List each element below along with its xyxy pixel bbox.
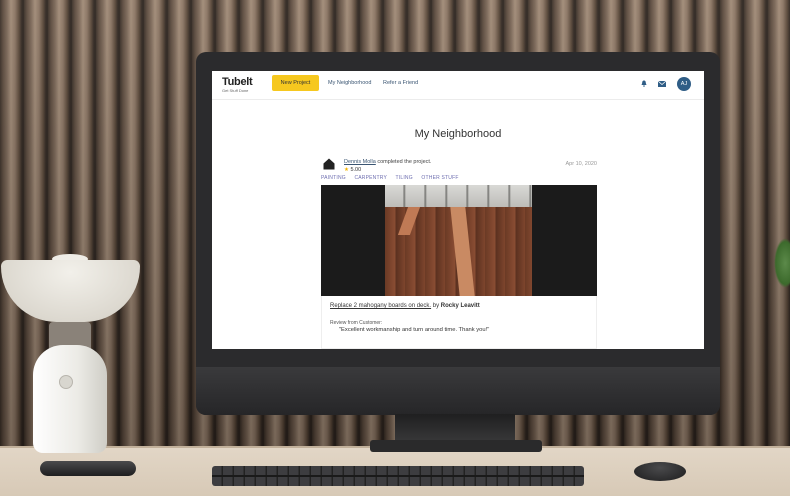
screen: Tubelt Get Stuff Done New Project My Nei… <box>212 71 704 349</box>
activity-card: Dennis Molla completed the project. ★ 5.… <box>321 157 597 349</box>
app-header: Tubelt Get Stuff Done New Project My Nei… <box>212 71 704 100</box>
new-project-button[interactable]: New Project <box>272 75 319 91</box>
phone <box>40 461 136 476</box>
job-line: Replace 2 mahogany boards on deck. by Ro… <box>330 303 480 309</box>
new-board <box>397 207 421 235</box>
tag-list: PAINTING CARPENTRY TILING OTHER STUFF <box>321 175 466 181</box>
plant <box>774 238 790 288</box>
mouse <box>634 462 686 481</box>
review-text: "Excellent workmanship and turn around t… <box>339 327 490 333</box>
logo-text-b: belt <box>234 76 253 88</box>
monitor-stand-foot <box>370 440 542 452</box>
tag-painting[interactable]: PAINTING <box>321 175 346 181</box>
project-photo-frame <box>321 185 597 296</box>
user-link[interactable]: Dennis Molla <box>344 159 376 165</box>
mail-icon[interactable] <box>658 81 666 87</box>
project-photo[interactable] <box>385 185 532 296</box>
star-icon: ★ <box>344 167 349 173</box>
tag-other-stuff[interactable]: OTHER STUFF <box>421 175 458 181</box>
rating-value: 5.00 <box>350 167 362 173</box>
lamp-knob <box>59 375 73 389</box>
house-icon <box>323 158 335 170</box>
post-date: Apr 10, 2020 <box>565 161 598 167</box>
logo-tagline: Get Stuff Done <box>222 88 249 93</box>
logo[interactable]: Tubelt <box>222 76 253 88</box>
new-board <box>450 207 475 296</box>
lamp-base <box>33 345 107 453</box>
rating: ★ 5.00 <box>344 167 361 173</box>
bell-icon[interactable] <box>641 80 647 87</box>
deck-railing <box>385 185 532 207</box>
nav-my-neighborhood[interactable]: My Neighborhood <box>328 80 371 86</box>
job-title-link[interactable]: Replace 2 mahogany boards on deck. <box>330 303 431 309</box>
page-title: My Neighborhood <box>414 128 502 140</box>
activity-action: completed the project. <box>377 159 432 165</box>
card-body: Replace 2 mahogany boards on deck. by Ro… <box>321 296 597 349</box>
pro-name: Rocky Leavitt <box>440 303 480 309</box>
tag-tiling[interactable]: TILING <box>396 175 413 181</box>
activity-line: Dennis Molla completed the project. <box>344 159 431 165</box>
review-label: Review from Customer: <box>330 320 383 326</box>
avatar[interactable]: AJ <box>677 77 691 91</box>
by-prefix: by <box>432 303 440 309</box>
nav-refer-a-friend[interactable]: Refer a Friend <box>383 80 418 86</box>
keyboard <box>212 466 584 486</box>
tag-carpentry[interactable]: CARPENTRY <box>354 175 387 181</box>
monitor-chin <box>196 367 720 415</box>
logo-text-a: Tu <box>222 76 235 88</box>
